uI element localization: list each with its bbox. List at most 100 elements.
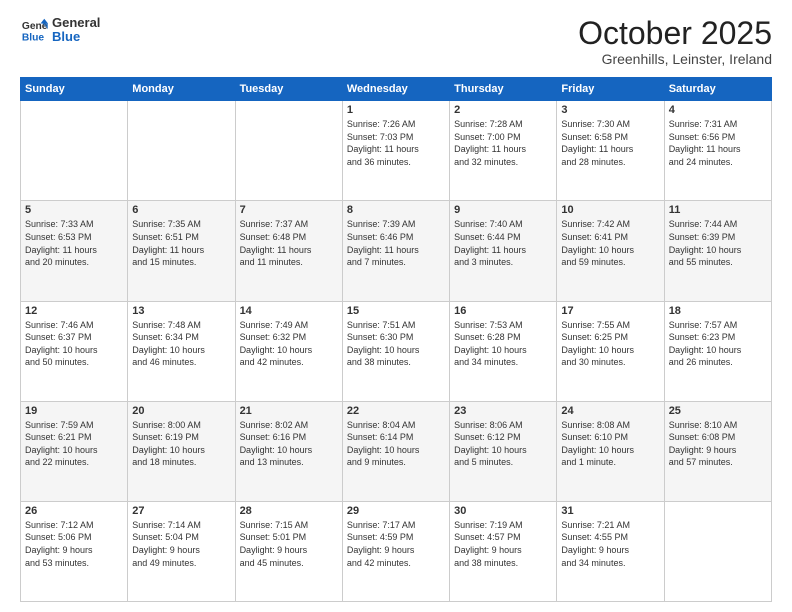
day-number: 19 <box>25 405 123 417</box>
day-info: Sunrise: 7:40 AM Sunset: 6:44 PM Dayligh… <box>454 218 552 268</box>
calendar-cell: 9 Sunrise: 7:40 AM Sunset: 6:44 PM Daylig… <box>450 201 557 301</box>
day-info: Sunrise: 7:37 AM Sunset: 6:48 PM Dayligh… <box>240 218 338 268</box>
calendar-cell: 3 Sunrise: 7:30 AM Sunset: 6:58 PM Daylig… <box>557 101 664 201</box>
col-header-sunday: Sunday <box>21 78 128 101</box>
day-number: 8 <box>347 204 445 216</box>
logo-line2: Blue <box>52 30 100 44</box>
day-info: Sunrise: 7:53 AM Sunset: 6:28 PM Dayligh… <box>454 319 552 369</box>
day-info: Sunrise: 7:21 AM Sunset: 4:55 PM Dayligh… <box>561 519 659 569</box>
day-info: Sunrise: 7:49 AM Sunset: 6:32 PM Dayligh… <box>240 319 338 369</box>
day-info: Sunrise: 7:57 AM Sunset: 6:23 PM Dayligh… <box>669 319 767 369</box>
logo-icon: General Blue <box>20 16 48 44</box>
calendar-cell: 23 Sunrise: 8:06 AM Sunset: 6:12 PM Dayli… <box>450 401 557 501</box>
day-info: Sunrise: 7:17 AM Sunset: 4:59 PM Dayligh… <box>347 519 445 569</box>
calendar-cell: 24Sunrise: 8:08 AM Sunset: 6:10 PM Dayli… <box>557 401 664 501</box>
calendar-week-row: 19Sunrise: 7:59 AM Sunset: 6:21 PM Dayli… <box>21 401 772 501</box>
calendar-cell: 2 Sunrise: 7:28 AM Sunset: 7:00 PM Daylig… <box>450 101 557 201</box>
day-number: 16 <box>454 305 552 317</box>
calendar-cell: 28Sunrise: 7:15 AM Sunset: 5:01 PM Dayli… <box>235 501 342 601</box>
calendar-cell: 1Sunrise: 7:26 AM Sunset: 7:03 PM Daylig… <box>342 101 449 201</box>
calendar-week-row: 1Sunrise: 7:26 AM Sunset: 7:03 PM Daylig… <box>21 101 772 201</box>
day-number: 30 <box>454 505 552 517</box>
day-info: Sunrise: 7:19 AM Sunset: 4:57 PM Dayligh… <box>454 519 552 569</box>
calendar-week-row: 26 Sunrise: 7:12 AM Sunset: 5:06 PM Dayli… <box>21 501 772 601</box>
svg-text:Blue: Blue <box>22 33 45 44</box>
col-header-monday: Monday <box>128 78 235 101</box>
calendar-cell: 27 Sunrise: 7:14 AM Sunset: 5:04 PM Dayli… <box>128 501 235 601</box>
day-number: 26 <box>25 505 123 517</box>
day-number: 22 <box>347 405 445 417</box>
calendar-header-row: SundayMondayTuesdayWednesdayThursdayFrid… <box>21 78 772 101</box>
day-number: 20 <box>132 405 230 417</box>
day-info: Sunrise: 8:00 AM Sunset: 6:19 PM Dayligh… <box>132 419 230 469</box>
calendar-cell: 31 Sunrise: 7:21 AM Sunset: 4:55 PM Dayli… <box>557 501 664 601</box>
day-number: 24 <box>561 405 659 417</box>
calendar-cell: 17 Sunrise: 7:55 AM Sunset: 6:25 PM Dayli… <box>557 301 664 401</box>
title-block: October 2025 Greenhills, Leinster, Irela… <box>578 16 772 67</box>
header: General Blue General Blue October 2025 G… <box>20 16 772 67</box>
day-number: 18 <box>669 305 767 317</box>
day-number: 5 <box>25 204 123 216</box>
day-number: 3 <box>561 104 659 116</box>
day-number: 13 <box>132 305 230 317</box>
day-info: Sunrise: 8:06 AM Sunset: 6:12 PM Dayligh… <box>454 419 552 469</box>
day-info: Sunrise: 7:39 AM Sunset: 6:46 PM Dayligh… <box>347 218 445 268</box>
day-info: Sunrise: 8:10 AM Sunset: 6:08 PM Dayligh… <box>669 419 767 469</box>
day-number: 4 <box>669 104 767 116</box>
day-info: Sunrise: 8:02 AM Sunset: 6:16 PM Dayligh… <box>240 419 338 469</box>
calendar-cell: 8 Sunrise: 7:39 AM Sunset: 6:46 PM Daylig… <box>342 201 449 301</box>
col-header-tuesday: Tuesday <box>235 78 342 101</box>
day-info: Sunrise: 8:04 AM Sunset: 6:14 PM Dayligh… <box>347 419 445 469</box>
calendar-cell: 5Sunrise: 7:33 AM Sunset: 6:53 PM Daylig… <box>21 201 128 301</box>
calendar-cell: 15 Sunrise: 7:51 AM Sunset: 6:30 PM Dayli… <box>342 301 449 401</box>
day-number: 15 <box>347 305 445 317</box>
day-number: 11 <box>669 204 767 216</box>
calendar-cell: 30 Sunrise: 7:19 AM Sunset: 4:57 PM Dayli… <box>450 501 557 601</box>
calendar-cell <box>664 501 771 601</box>
day-info: Sunrise: 7:51 AM Sunset: 6:30 PM Dayligh… <box>347 319 445 369</box>
day-info: Sunrise: 7:48 AM Sunset: 6:34 PM Dayligh… <box>132 319 230 369</box>
day-number: 12 <box>25 305 123 317</box>
location: Greenhills, Leinster, Ireland <box>578 51 772 67</box>
logo-line1: General <box>52 16 100 30</box>
calendar-week-row: 5Sunrise: 7:33 AM Sunset: 6:53 PM Daylig… <box>21 201 772 301</box>
day-info: Sunrise: 7:14 AM Sunset: 5:04 PM Dayligh… <box>132 519 230 569</box>
calendar-cell: 25Sunrise: 8:10 AM Sunset: 6:08 PM Dayli… <box>664 401 771 501</box>
day-info: Sunrise: 7:28 AM Sunset: 7:00 PM Dayligh… <box>454 118 552 168</box>
calendar-cell: 12Sunrise: 7:46 AM Sunset: 6:37 PM Dayli… <box>21 301 128 401</box>
day-info: Sunrise: 7:12 AM Sunset: 5:06 PM Dayligh… <box>25 519 123 569</box>
calendar-cell <box>128 101 235 201</box>
calendar-cell: 16 Sunrise: 7:53 AM Sunset: 6:28 PM Dayli… <box>450 301 557 401</box>
calendar-cell: 4 Sunrise: 7:31 AM Sunset: 6:56 PM Daylig… <box>664 101 771 201</box>
calendar-cell: 26 Sunrise: 7:12 AM Sunset: 5:06 PM Dayli… <box>21 501 128 601</box>
col-header-thursday: Thursday <box>450 78 557 101</box>
calendar-cell <box>21 101 128 201</box>
calendar-cell: 10 Sunrise: 7:42 AM Sunset: 6:41 PM Dayli… <box>557 201 664 301</box>
calendar-cell: 20 Sunrise: 8:00 AM Sunset: 6:19 PM Dayli… <box>128 401 235 501</box>
calendar-cell: 22 Sunrise: 8:04 AM Sunset: 6:14 PM Dayli… <box>342 401 449 501</box>
day-number: 21 <box>240 405 338 417</box>
day-number: 31 <box>561 505 659 517</box>
day-info: Sunrise: 7:55 AM Sunset: 6:25 PM Dayligh… <box>561 319 659 369</box>
day-number: 9 <box>454 204 552 216</box>
day-number: 17 <box>561 305 659 317</box>
day-number: 2 <box>454 104 552 116</box>
day-info: Sunrise: 7:26 AM Sunset: 7:03 PM Dayligh… <box>347 118 445 168</box>
calendar-cell: 19Sunrise: 7:59 AM Sunset: 6:21 PM Dayli… <box>21 401 128 501</box>
calendar-cell: 29Sunrise: 7:17 AM Sunset: 4:59 PM Dayli… <box>342 501 449 601</box>
day-info: Sunrise: 7:42 AM Sunset: 6:41 PM Dayligh… <box>561 218 659 268</box>
day-info: Sunrise: 7:30 AM Sunset: 6:58 PM Dayligh… <box>561 118 659 168</box>
calendar-table: SundayMondayTuesdayWednesdayThursdayFrid… <box>20 77 772 602</box>
day-number: 6 <box>132 204 230 216</box>
col-header-friday: Friday <box>557 78 664 101</box>
calendar-cell: 7Sunrise: 7:37 AM Sunset: 6:48 PM Daylig… <box>235 201 342 301</box>
day-number: 27 <box>132 505 230 517</box>
col-header-wednesday: Wednesday <box>342 78 449 101</box>
col-header-saturday: Saturday <box>664 78 771 101</box>
day-info: Sunrise: 7:31 AM Sunset: 6:56 PM Dayligh… <box>669 118 767 168</box>
day-info: Sunrise: 7:15 AM Sunset: 5:01 PM Dayligh… <box>240 519 338 569</box>
day-info: Sunrise: 7:35 AM Sunset: 6:51 PM Dayligh… <box>132 218 230 268</box>
day-number: 23 <box>454 405 552 417</box>
day-number: 10 <box>561 204 659 216</box>
calendar-cell: 21 Sunrise: 8:02 AM Sunset: 6:16 PM Dayli… <box>235 401 342 501</box>
